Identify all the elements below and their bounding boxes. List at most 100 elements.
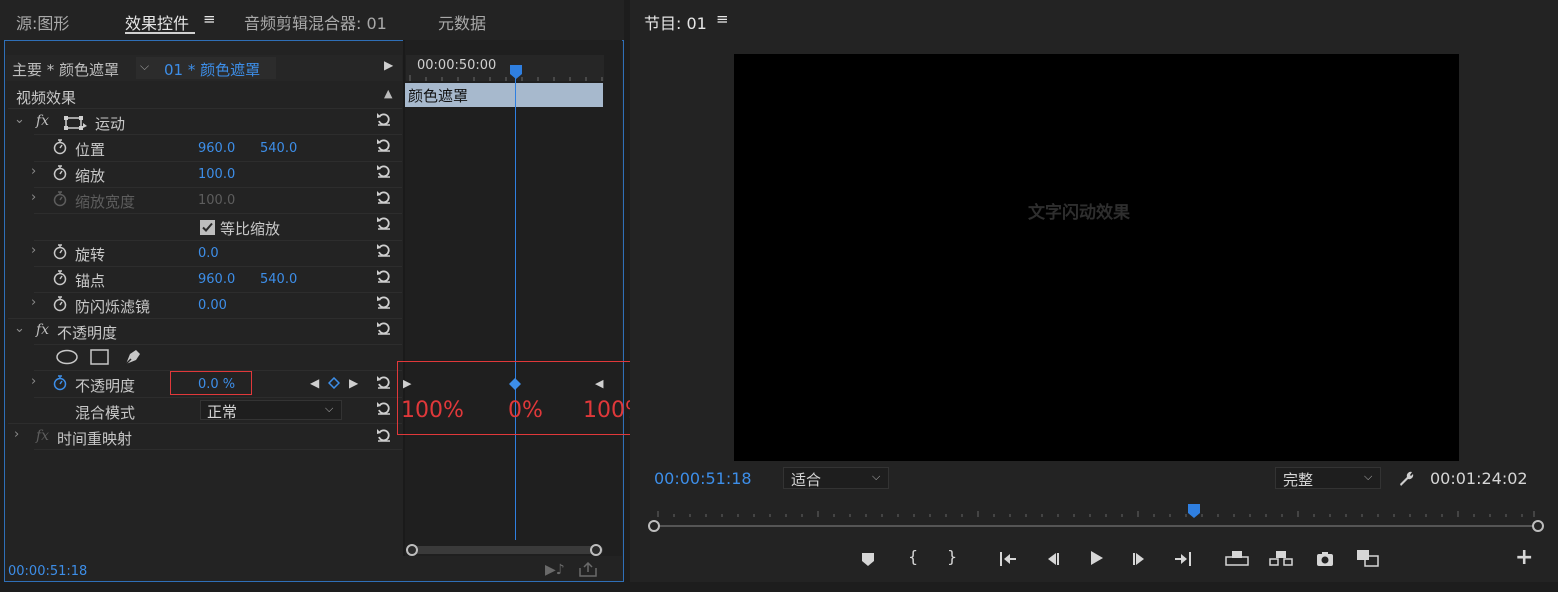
collapse-up-icon[interactable]: ▲ xyxy=(384,87,392,100)
chevron-down-icon: ⌵ xyxy=(1364,470,1373,483)
add-button-icon[interactable]: + xyxy=(1515,545,1535,570)
blend-mode-label: 混合模式 xyxy=(75,404,136,422)
reset-icon[interactable] xyxy=(376,320,392,336)
scale-width-value: 100.0 xyxy=(198,193,236,208)
fx-icon: fx xyxy=(36,428,50,444)
reset-icon[interactable] xyxy=(376,374,392,390)
add-marker-icon[interactable] xyxy=(858,549,878,569)
ellipse-mask-icon[interactable] xyxy=(55,348,79,366)
mark-in-icon[interactable]: { xyxy=(908,547,928,567)
expand-chevron-icon[interactable]: › xyxy=(31,243,36,258)
stopwatch-icon[interactable] xyxy=(53,165,67,181)
reset-icon[interactable] xyxy=(376,137,392,153)
fx-icon[interactable]: fx xyxy=(36,113,49,129)
clip-selector[interactable]: ⌵ 01 * 颜色遮罩 xyxy=(136,57,276,79)
reset-icon[interactable] xyxy=(376,268,392,284)
scale-label: 缩放 xyxy=(75,167,106,185)
program-playhead[interactable] xyxy=(1186,503,1202,519)
position-label: 位置 xyxy=(75,141,106,159)
reset-icon[interactable] xyxy=(376,111,392,127)
ec-current-timecode[interactable]: 00:00:51:18 xyxy=(8,564,87,579)
position-x-value[interactable]: 960.0 xyxy=(198,141,235,156)
antiflicker-value[interactable]: 0.00 xyxy=(198,298,227,313)
divider xyxy=(34,292,402,293)
reset-icon[interactable] xyxy=(376,189,392,205)
tab-program[interactable]: 节目: 01 xyxy=(644,10,707,34)
video-overlay-text: 文字闪动效果 xyxy=(1028,203,1130,223)
expand-chevron-icon[interactable]: › xyxy=(14,427,19,442)
extract-icon[interactable] xyxy=(1269,548,1293,568)
playhead-handle[interactable] xyxy=(508,64,524,80)
timeline-ruler[interactable]: 00:00:50:00 xyxy=(406,55,604,81)
comparison-view-icon[interactable] xyxy=(1356,548,1380,568)
tab-metadata[interactable]: 元数据 xyxy=(438,10,486,34)
position-y-value[interactable]: 540.0 xyxy=(260,141,297,156)
ruler-timecode: 00:00:50:00 xyxy=(417,58,497,73)
expand-chevron-icon[interactable]: › xyxy=(31,374,36,389)
expand-chevron-icon[interactable]: ⌄ xyxy=(14,321,25,336)
rectangle-mask-icon[interactable] xyxy=(89,348,111,366)
range-handle-right[interactable] xyxy=(1532,520,1544,532)
mark-out-icon[interactable]: } xyxy=(947,547,967,567)
tab-effect-controls[interactable]: 效果控件 xyxy=(125,10,189,34)
stopwatch-icon[interactable] xyxy=(53,139,67,155)
panel-splitter[interactable] xyxy=(403,40,405,556)
add-keyframe-icon[interactable] xyxy=(328,377,340,389)
reset-icon[interactable] xyxy=(376,242,392,258)
zoom-dropdown[interactable]: 适合 ⌵ xyxy=(783,467,889,489)
range-handle-left[interactable] xyxy=(648,520,660,532)
prev-keyframe-icon[interactable]: ◀ xyxy=(310,376,319,390)
expand-chevron-icon[interactable]: › xyxy=(31,164,36,179)
stopwatch-icon[interactable] xyxy=(53,244,67,260)
tab-source[interactable]: 源:图形 xyxy=(16,10,69,34)
reset-icon[interactable] xyxy=(376,294,392,310)
keyframe-timeline[interactable] xyxy=(404,40,622,556)
program-current-time[interactable]: 00:00:51:18 xyxy=(654,469,752,488)
step-back-icon[interactable] xyxy=(1042,549,1062,569)
tab-audio-mixer[interactable]: 音频剪辑混合器: 01 xyxy=(244,10,387,34)
scale-value[interactable]: 100.0 xyxy=(198,167,235,182)
stopwatch-icon[interactable] xyxy=(53,296,67,312)
clip-bar[interactable]: 颜色遮罩 xyxy=(405,83,603,107)
tab-menu-icon[interactable]: ≡ xyxy=(716,10,729,28)
play-clip-icon[interactable]: ▶ xyxy=(384,58,393,72)
expand-chevron-icon[interactable]: ⌄ xyxy=(14,112,25,127)
camera-export-frame-icon[interactable] xyxy=(1315,549,1335,569)
reset-icon[interactable] xyxy=(376,400,392,416)
lift-icon[interactable] xyxy=(1225,548,1249,568)
uniform-scale-checkbox[interactable] xyxy=(200,220,215,235)
blend-mode-dropdown[interactable]: 正常 ⌵ xyxy=(200,400,342,421)
quality-dropdown[interactable]: 完整 ⌵ xyxy=(1275,467,1381,489)
play-icon[interactable] xyxy=(1086,548,1106,568)
active-tab-underline xyxy=(125,32,195,34)
anchor-x-value[interactable]: 960.0 xyxy=(198,272,235,287)
audio-only-icon[interactable]: ▶♪ xyxy=(545,562,565,578)
video-effects-heading: 视频效果 xyxy=(16,89,77,107)
pen-mask-icon[interactable] xyxy=(122,346,144,368)
fx-icon[interactable]: fx xyxy=(36,322,49,338)
next-keyframe-icon[interactable]: ▶ xyxy=(349,376,358,390)
rotation-value[interactable]: 0.0 xyxy=(198,246,219,261)
expand-chevron-icon[interactable]: › xyxy=(31,190,36,205)
export-frame-icon[interactable] xyxy=(578,562,598,578)
antiflicker-label: 防闪烁滤镜 xyxy=(75,298,151,316)
opacity-value[interactable]: 0.0 % xyxy=(198,377,235,392)
reset-icon[interactable] xyxy=(376,215,392,231)
scroll-handle-right[interactable] xyxy=(590,544,602,556)
program-time-ruler[interactable] xyxy=(648,503,1544,533)
go-to-in-icon[interactable] xyxy=(998,549,1018,569)
transform-box-icon[interactable] xyxy=(63,115,87,131)
tab-menu-icon[interactable]: ≡ xyxy=(203,10,216,28)
anchor-y-value[interactable]: 540.0 xyxy=(260,272,297,287)
scroll-handle-left[interactable] xyxy=(406,544,418,556)
go-to-out-icon[interactable] xyxy=(1173,549,1193,569)
stopwatch-active-icon[interactable] xyxy=(53,375,67,391)
timeline-scrollbar[interactable] xyxy=(407,546,603,554)
stopwatch-icon[interactable] xyxy=(53,270,67,286)
wrench-settings-icon[interactable] xyxy=(1397,469,1415,487)
expand-chevron-icon[interactable]: › xyxy=(31,295,36,310)
video-preview[interactable]: 文字闪动效果 xyxy=(734,54,1459,461)
reset-icon[interactable] xyxy=(376,427,392,443)
step-forward-icon[interactable] xyxy=(1130,549,1150,569)
reset-icon[interactable] xyxy=(376,163,392,179)
